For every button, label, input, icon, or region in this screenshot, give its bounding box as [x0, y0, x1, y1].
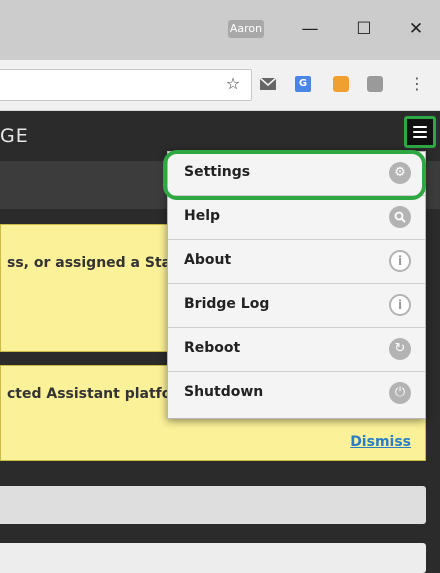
- power-icon: ⏻: [389, 382, 411, 404]
- content-panel: [0, 543, 426, 573]
- close-window-button[interactable]: ✕: [400, 14, 432, 44]
- extension-grey-icon[interactable]: [365, 73, 387, 95]
- menu-item-label: Bridge Log: [184, 296, 270, 312]
- kebab-menu-icon[interactable]: ⋮: [406, 73, 428, 95]
- maximize-button[interactable]: ☐: [348, 14, 380, 44]
- content-panel: [0, 486, 426, 524]
- hamburger-icon: [413, 126, 427, 141]
- info-icon: i: [389, 250, 411, 272]
- menu-item-label: Help: [184, 208, 221, 224]
- app-title: GE: [0, 125, 29, 147]
- minimize-button[interactable]: —: [294, 14, 326, 44]
- browser-toolbar: ☆ G ⋮: [0, 60, 440, 111]
- notice-text: cted Assistant platfo: [7, 386, 172, 402]
- translate-icon[interactable]: G: [293, 73, 315, 95]
- menu-item-bridge-log[interactable]: Bridge Log i: [168, 284, 425, 328]
- profile-name-badge[interactable]: Aaron: [228, 20, 264, 38]
- menu-item-about[interactable]: About i: [168, 240, 425, 284]
- browser-title-bar: Aaron — ☐ ✕: [0, 0, 440, 60]
- search-icon: [389, 206, 411, 228]
- hamburger-menu-button[interactable]: [404, 116, 436, 148]
- menu-item-help[interactable]: Help: [168, 196, 425, 240]
- mail-icon[interactable]: [257, 73, 279, 95]
- refresh-icon: ↻: [389, 338, 411, 360]
- menu-item-label: Reboot: [184, 340, 241, 356]
- menu-item-shutdown[interactable]: Shutdown ⏻: [168, 372, 425, 416]
- dismiss-link[interactable]: Dismiss: [350, 434, 411, 450]
- address-bar[interactable]: [0, 69, 252, 101]
- notice-text: ss, or assigned a Sta: [7, 255, 172, 271]
- info-icon: i: [389, 294, 411, 316]
- menu-item-label: About: [184, 252, 232, 268]
- star-icon[interactable]: ☆: [222, 73, 244, 95]
- menu-item-label: Shutdown: [184, 384, 264, 400]
- settings-highlight-outline: [163, 150, 426, 200]
- menu-item-reboot[interactable]: Reboot ↻: [168, 328, 425, 372]
- extension-orange-icon[interactable]: [331, 73, 353, 95]
